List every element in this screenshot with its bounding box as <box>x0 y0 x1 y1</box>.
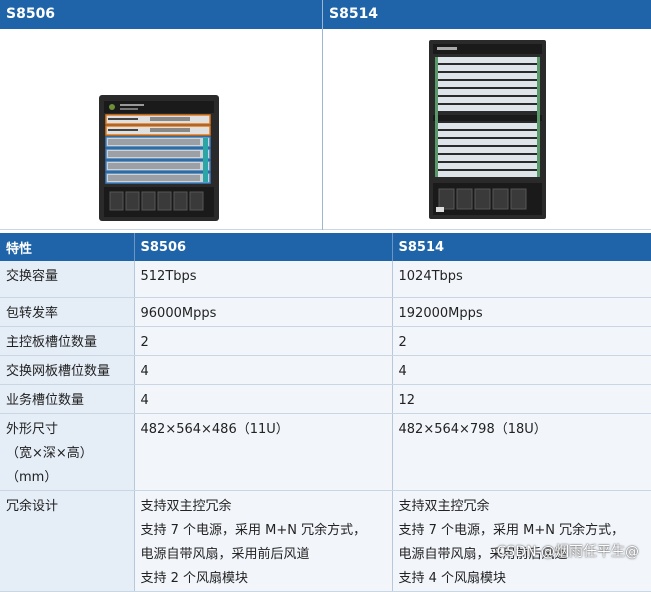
feature-cell: 包转发率 <box>0 297 135 327</box>
model-header-s8506: S8506 <box>0 0 322 29</box>
feature-cell: 交换网板槽位数量 <box>0 355 135 385</box>
s8506-value: 2 <box>134 326 393 356</box>
model-header-s8514: S8514 <box>323 0 651 29</box>
s8506-value: 4 <box>134 355 393 385</box>
s8514-value: 192000Mpps <box>392 297 651 327</box>
s8506-chassis-image <box>99 95 219 221</box>
header-feature: 特性 <box>0 233 135 261</box>
s8514-value: 4 <box>392 355 651 385</box>
feature-cell: 外形尺寸 （宽×深×高） （mm） <box>0 413 135 491</box>
table-row: 交换网板槽位数量 4 4 <box>0 355 651 385</box>
table-row: 交换容量 512Tbps 1024Tbps <box>0 261 651 298</box>
image-divider <box>322 0 323 230</box>
s8506-value: 512Tbps <box>134 261 393 298</box>
feature-cell: 冗余设计 <box>0 490 135 592</box>
s8506-image-cell <box>0 29 322 230</box>
table-row: 外形尺寸 （宽×深×高） （mm） 482×564×486（11U） 482×5… <box>0 413 651 491</box>
header-s8514: S8514 <box>392 233 651 261</box>
table-row: 业务槽位数量 4 12 <box>0 384 651 414</box>
header-s8506: S8506 <box>134 233 393 261</box>
feature-cell: 业务槽位数量 <box>0 384 135 414</box>
table-header-row: 特性 S8506 S8514 <box>0 233 651 261</box>
feature-cell: 交换容量 <box>0 261 135 298</box>
watermark: CSDN @烟雨任平生@ <box>496 544 639 560</box>
table-row: 主控板槽位数量 2 2 <box>0 326 651 356</box>
feature-cell: 主控板槽位数量 <box>0 326 135 356</box>
s8506-value: 482×564×486（11U） <box>134 413 393 491</box>
s8514-value: 482×564×798（18U） <box>392 413 651 491</box>
table-row: 包转发率 96000Mpps 192000Mpps <box>0 297 651 327</box>
s8514-value: 1024Tbps <box>392 261 651 298</box>
s8506-value: 4 <box>134 384 393 414</box>
s8514-value: 2 <box>392 326 651 356</box>
s8514-chassis-image <box>429 40 546 219</box>
s8514-value: 12 <box>392 384 651 414</box>
spec-table: 特性 S8506 S8514 交换容量 512Tbps 1024Tbps 包转发… <box>0 233 651 592</box>
s8514-image-cell <box>323 29 651 230</box>
s8506-value: 支持双主控冗余 支持 7 个电源，采用 M+N 冗余方式， 电源自带风扇，采用前… <box>134 490 393 592</box>
s8506-value: 96000Mpps <box>134 297 393 327</box>
